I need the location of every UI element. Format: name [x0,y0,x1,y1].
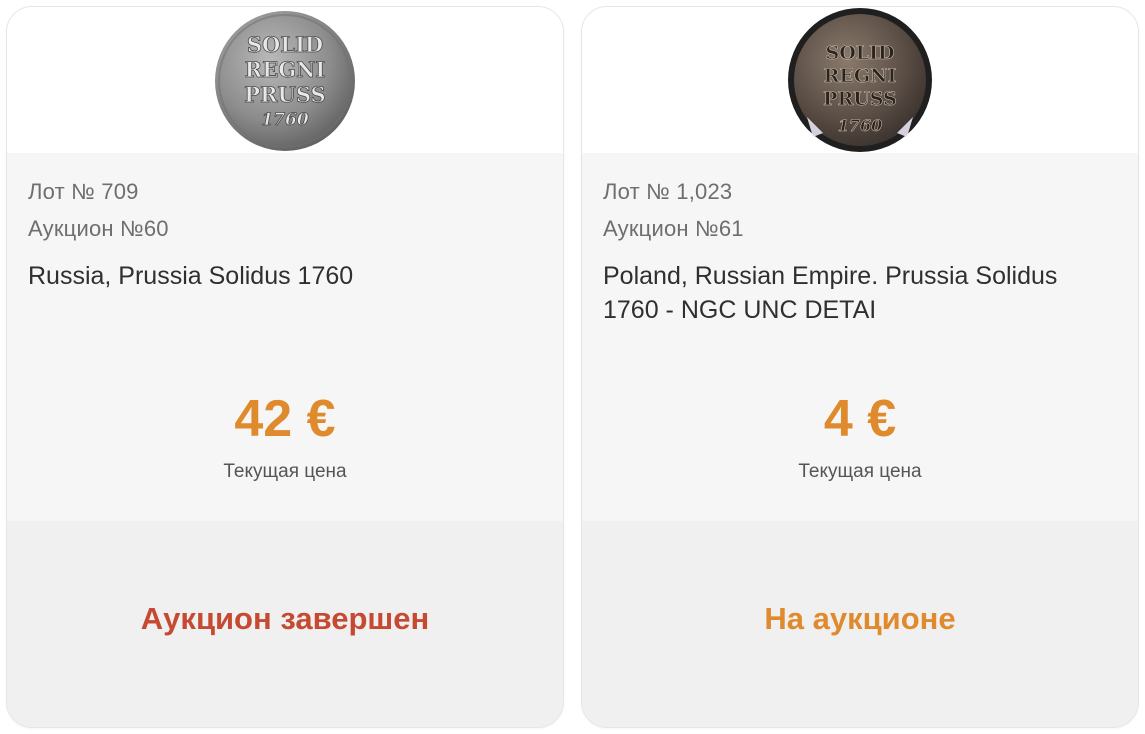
auction-status: Аукцион завершен [140,601,430,636]
lot-card[interactable]: SOLID REGNI PRUSS 1760 Лот № 1,023 Аукци… [581,6,1139,728]
auction-status-area: На аукционе [582,521,1138,727]
coin-legend-3: PRUSS [244,82,325,107]
coin-legend-1: SOLID [826,42,895,64]
lot-card[interactable]: SOLID REGNI PRUSS 1760 Лот № 709 Аукцион… [6,6,564,728]
current-price: 42 € [234,390,336,448]
lot-info: Лот № 1,023 Аукцион №61 Poland, Russian … [582,153,1138,521]
coin-image-area[interactable]: SOLID REGNI PRUSS 1760 [7,7,563,153]
coin-legend-3: PRUSS [823,88,897,110]
auction-number: Аукцион №61 [603,216,744,241]
coin-legend-4: 1760 [261,110,308,130]
coin-legend-1: SOLID [247,32,323,57]
auction-status-area: Аукцион завершен [7,521,563,727]
lot-title[interactable]: Russia, Prussia Solidus 1760 [28,259,538,293]
coin-legend-2: REGNI [824,65,897,87]
coin-legend-4: 1760 [838,116,883,135]
auction-number: Аукцион №60 [28,216,169,241]
current-price: 4 € [823,390,897,448]
coin-image[interactable]: SOLID REGNI PRUSS 1760 [212,7,358,153]
current-price-label: Текущая цена [223,461,347,482]
coin-image[interactable]: SOLID REGNI PRUSS 1760 [787,7,933,153]
auction-status: На аукционе [764,601,956,636]
coin-image-area[interactable]: SOLID REGNI PRUSS 1760 [582,7,1138,153]
lot-info: Лот № 709 Аукцион №60 Russia, Prussia So… [7,153,563,521]
lot-number: Лот № 709 [28,179,139,204]
coin-legend-2: REGNI [245,57,325,82]
current-price-label: Текущая цена [798,461,922,482]
lot-title[interactable]: Poland, Russian Empire. Prussia Solidus … [603,259,1113,327]
lot-number: Лот № 1,023 [603,179,733,204]
